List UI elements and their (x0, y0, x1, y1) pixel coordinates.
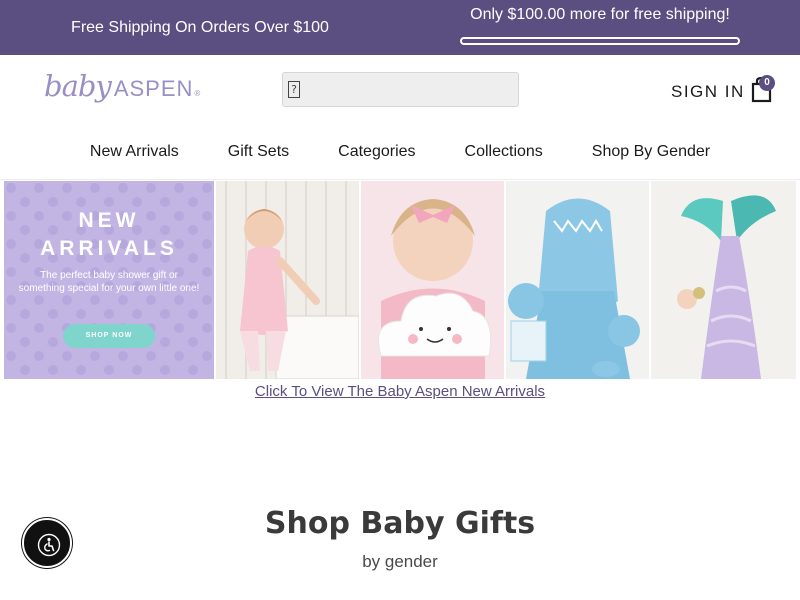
site-header: baby ASPEN ® ? SIGN IN 0 (0, 55, 800, 125)
mermaid-tail-bank-photo (651, 181, 796, 379)
nav-item-categories[interactable]: Categories (338, 143, 415, 161)
accessibility-button[interactable] (22, 518, 72, 568)
sign-in-link[interactable]: SIGN IN (671, 82, 745, 102)
accessibility-icon (37, 533, 61, 557)
girl-with-cloud-bank-photo (361, 181, 504, 379)
free-shipping-message: Free Shipping On Orders Over $100 (71, 18, 329, 36)
section-title: Shop Baby Gifts (264, 506, 536, 541)
search-input[interactable] (305, 73, 515, 106)
promo-title-line2: ARRIVALS (40, 237, 178, 260)
promo-subtitle: The perfect baby shower gift or somethin… (18, 270, 200, 294)
promo-title-line1: NEW (78, 209, 140, 232)
cart-button[interactable]: 0 (751, 75, 775, 103)
nav-item-new-arrivals[interactable]: New Arrivals (90, 143, 179, 161)
toddler-pink-outfit-photo (216, 181, 359, 379)
nav-item-shop-by-gender[interactable]: Shop By Gender (592, 143, 710, 161)
logo-registered-mark: ® (194, 89, 201, 98)
logo-baby-text: baby (44, 69, 112, 103)
new-arrivals-banner[interactable]: NEW ARRIVALS The perfect baby shower gif… (4, 181, 796, 379)
site-logo[interactable]: baby ASPEN ® (44, 69, 200, 103)
nav-item-gift-sets[interactable]: Gift Sets (228, 143, 289, 161)
shipping-progress-bar (460, 37, 740, 45)
shark-hooded-towel-set-photo (506, 181, 649, 379)
shop-now-button[interactable]: SHOP NOW (63, 324, 155, 348)
new-arrivals-link[interactable]: Click To View The Baby Aspen New Arrival… (0, 383, 800, 400)
new-arrivals-promo-panel: NEW ARRIVALS The perfect baby shower gif… (4, 181, 214, 379)
cart-count-badge: 0 (759, 75, 775, 91)
announcement-bar: Free Shipping On Orders Over $100 Only $… (0, 0, 800, 55)
shipping-progress: Only $100.00 more for free shipping! (400, 0, 800, 55)
search-box[interactable]: ? (282, 72, 519, 107)
shipping-progress-text: Only $100.00 more for free shipping! (470, 6, 730, 23)
main-nav: New Arrivals Gift Sets Categories Collec… (0, 125, 800, 180)
search-icon[interactable]: ? (288, 81, 300, 98)
section-subtitle: by gender (362, 552, 438, 571)
logo-aspen-text: ASPEN (113, 76, 194, 101)
nav-item-collections[interactable]: Collections (465, 143, 543, 161)
